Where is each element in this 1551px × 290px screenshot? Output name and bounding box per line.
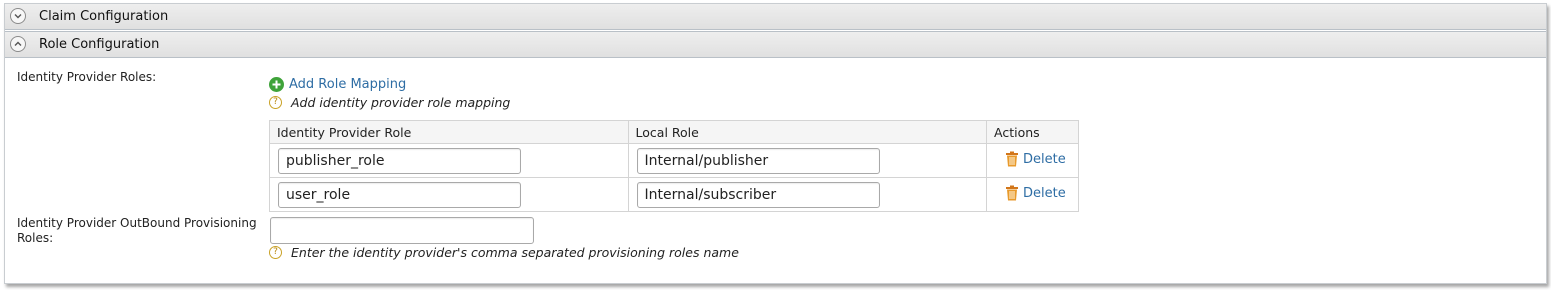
column-header-local-role: Local Role — [627, 120, 988, 144]
help-text: Enter the identity provider's comma sepa… — [291, 245, 739, 260]
chevron-down-icon[interactable] — [10, 8, 26, 24]
outbound-provisioning-roles-label: Identity Provider OutBound Provisioning … — [17, 216, 257, 246]
idp-role-input[interactable] — [278, 147, 521, 174]
identity-provider-roles-label: Identity Provider Roles: — [17, 70, 157, 84]
help-icon: ? — [269, 246, 282, 259]
outbound-provisioning-roles-input[interactable] — [270, 217, 534, 244]
section-header-claim-configuration[interactable]: Claim Configuration — [5, 4, 1546, 30]
trash-icon — [1006, 151, 1019, 167]
local-role-input[interactable] — [636, 147, 880, 174]
delete-button[interactable]: Delete — [1005, 151, 1066, 167]
outbound-help: ? Enter the identity provider's comma se… — [269, 245, 739, 260]
trash-icon — [1006, 185, 1019, 201]
table-header-row: Identity Provider Role Local Role Action… — [269, 120, 1079, 144]
section-title: Role Configuration — [39, 37, 160, 52]
table-cell — [627, 143, 988, 178]
section-title: Claim Configuration — [39, 9, 169, 24]
delete-label: Delete — [1023, 185, 1066, 201]
add-role-mapping-label: Add Role Mapping — [289, 76, 407, 92]
plus-circle-icon — [269, 76, 284, 92]
table-row: Delete — [269, 143, 1079, 178]
table-cell — [627, 177, 988, 212]
table-cell: Delete — [986, 177, 1079, 212]
configuration-panel: Claim Configuration Role Configuration I… — [4, 3, 1547, 284]
label-line: Roles: — [17, 231, 54, 245]
section-header-role-configuration[interactable]: Role Configuration — [5, 31, 1546, 58]
local-role-input[interactable] — [636, 181, 880, 208]
help-icon: ? — [269, 96, 282, 109]
label-line: Identity Provider OutBound Provisioning — [17, 216, 257, 230]
table-cell — [269, 177, 629, 212]
idp-role-input[interactable] — [278, 181, 521, 208]
delete-label: Delete — [1023, 151, 1066, 167]
table-cell: Delete — [986, 143, 1079, 178]
role-mapping-table: Identity Provider Role Local Role Action… — [269, 120, 1079, 212]
add-role-mapping-link[interactable]: Add Role Mapping — [269, 76, 406, 92]
delete-button[interactable]: Delete — [1005, 185, 1066, 201]
help-text: Add identity provider role mapping — [291, 95, 511, 110]
role-mapping-help: ? Add identity provider role mapping — [269, 95, 510, 110]
chevron-up-icon[interactable] — [10, 36, 26, 52]
column-header-actions: Actions — [986, 120, 1079, 144]
table-row: Delete — [269, 177, 1079, 212]
table-cell — [269, 143, 629, 178]
column-header-identity-provider-role: Identity Provider Role — [269, 120, 629, 144]
